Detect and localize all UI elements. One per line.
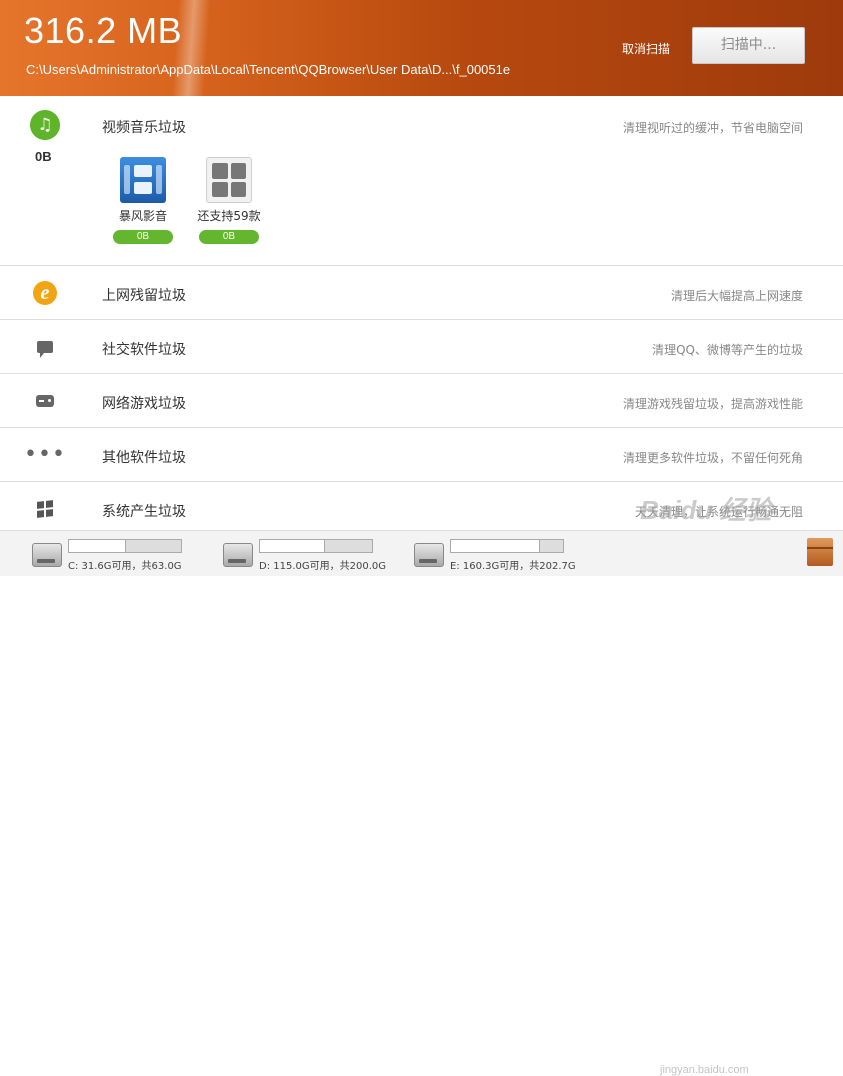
cancel-scan-link[interactable]: 取消扫描 — [622, 40, 670, 57]
app-label: 暴风影音 — [118, 209, 167, 223]
category-desc: 清理后大幅提高上网速度 — [670, 289, 803, 303]
scan-button[interactable]: 扫描中... — [692, 27, 805, 64]
gamepad-icon — [30, 386, 60, 416]
category-social[interactable]: 社交软件垃圾 清理QQ、微博等产生的垃圾 — [0, 320, 843, 374]
drive-status-bar: C: 31.6G可用，共63.0G D: 115.0G可用，共200.0G E:… — [0, 530, 843, 1076]
category-desc: 清理QQ、微博等产生的垃圾 — [652, 343, 803, 357]
toolbox-icon[interactable] — [807, 538, 833, 566]
hard-drive-icon — [32, 543, 62, 567]
baofeng-player-icon — [120, 157, 166, 203]
category-title: 网络游戏垃圾 — [102, 396, 186, 412]
junk-size-total: 316.2 MB — [24, 10, 183, 51]
drive-d: D: 115.0G可用，共200.0G — [223, 537, 387, 573]
chat-bubble-icon — [30, 332, 60, 362]
category-video-music[interactable]: ♫ 0B 视频音乐垃圾 清理视听过的缓冲，节省电脑空间 暴风影音 0B 还支持5… — [0, 97, 843, 266]
drive-label: D: 115.0G可用，共200.0G — [259, 561, 387, 572]
category-title: 其他软件垃圾 — [102, 450, 186, 466]
category-game[interactable]: 网络游戏垃圾 清理游戏残留垃圾，提高游戏性能 — [0, 374, 843, 428]
drive-usage-bar — [450, 539, 564, 553]
category-desc: 清理视听过的缓冲，节省电脑空间 — [622, 121, 803, 135]
app-baofeng[interactable]: 暴风影音 0B — [111, 157, 175, 244]
more-apps-icon — [206, 157, 252, 203]
watermark-logo: Baidu 经验 — [640, 495, 772, 525]
app-label: 还支持59款 — [197, 209, 261, 223]
drive-usage-bar — [259, 539, 373, 553]
drive-label: C: 31.6G可用，共63.0G — [68, 561, 182, 572]
category-title: 社交软件垃圾 — [102, 342, 186, 358]
category-desc: 清理游戏残留垃圾，提高游戏性能 — [622, 397, 803, 411]
drive-c: C: 31.6G可用，共63.0G — [32, 537, 192, 573]
more-dots-icon: ••• — [24, 442, 66, 467]
current-scan-path: C:\Users\Administrator\AppData\Local\Ten… — [26, 62, 511, 77]
hard-drive-icon — [223, 543, 253, 567]
app-size-badge: 0B — [113, 230, 173, 244]
hard-drive-icon — [414, 543, 444, 567]
windows-icon — [30, 494, 60, 524]
app-size-badge: 0B — [199, 230, 259, 244]
drive-label: E: 160.3G可用，共202.7G — [450, 561, 576, 572]
category-other[interactable]: ••• 其他软件垃圾 清理更多软件垃圾，不留任何死角 — [0, 428, 843, 482]
scan-header: 316.2 MB C:\Users\Administrator\AppData\… — [0, 0, 843, 96]
category-title: 上网残留垃圾 — [102, 288, 186, 304]
category-title: 系统产生垃圾 — [102, 504, 186, 520]
drive-usage-bar — [68, 539, 182, 553]
music-note-icon: ♫ — [30, 110, 60, 140]
ie-browser-icon: e — [30, 278, 60, 308]
category-desc: 清理更多软件垃圾，不留任何死角 — [622, 451, 803, 465]
category-web[interactable]: e 上网残留垃圾 清理后大幅提高上网速度 — [0, 266, 843, 320]
category-size: 0B — [35, 149, 52, 164]
drive-e: E: 160.3G可用，共202.7G — [414, 537, 576, 573]
watermark-url: jingyan.baidu.com — [660, 1064, 749, 1076]
app-more-59[interactable]: 还支持59款 0B — [197, 157, 261, 244]
category-title: 视频音乐垃圾 — [102, 120, 186, 136]
